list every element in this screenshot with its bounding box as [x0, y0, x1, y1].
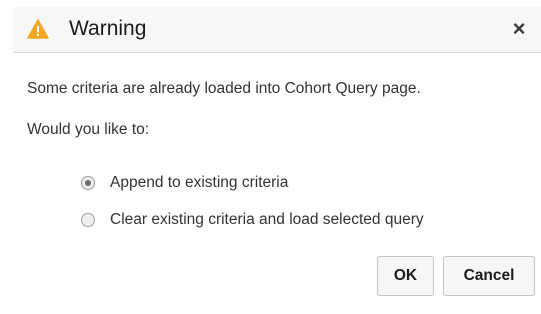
radio-button-clear-and-load[interactable] — [81, 213, 95, 227]
dialog-prompt: Would you like to: — [27, 121, 150, 138]
radio-label-append: Append to existing criteria — [110, 174, 289, 191]
warning-dialog: Warning × Some criteria are already load… — [0, 0, 541, 314]
radio-label-clear-and-load: Clear existing criteria and load selecte… — [110, 211, 424, 228]
radio-button-append[interactable] — [81, 176, 95, 190]
radio-option-append[interactable]: Append to existing criteria — [81, 172, 288, 194]
warning-triangle-icon — [27, 19, 49, 39]
dialog-titlebar: Warning × — [13, 7, 541, 53]
cancel-button[interactable]: Cancel — [443, 256, 535, 296]
dialog-message: Some criteria are already loaded into Co… — [27, 80, 421, 97]
radio-option-clear-and-load[interactable]: Clear existing criteria and load selecte… — [81, 209, 424, 231]
ok-button[interactable]: OK — [377, 256, 434, 296]
dialog-body: Some criteria are already loaded into Co… — [13, 53, 541, 310]
dialog-title: Warning — [69, 17, 147, 40]
close-icon[interactable]: × — [507, 17, 531, 41]
